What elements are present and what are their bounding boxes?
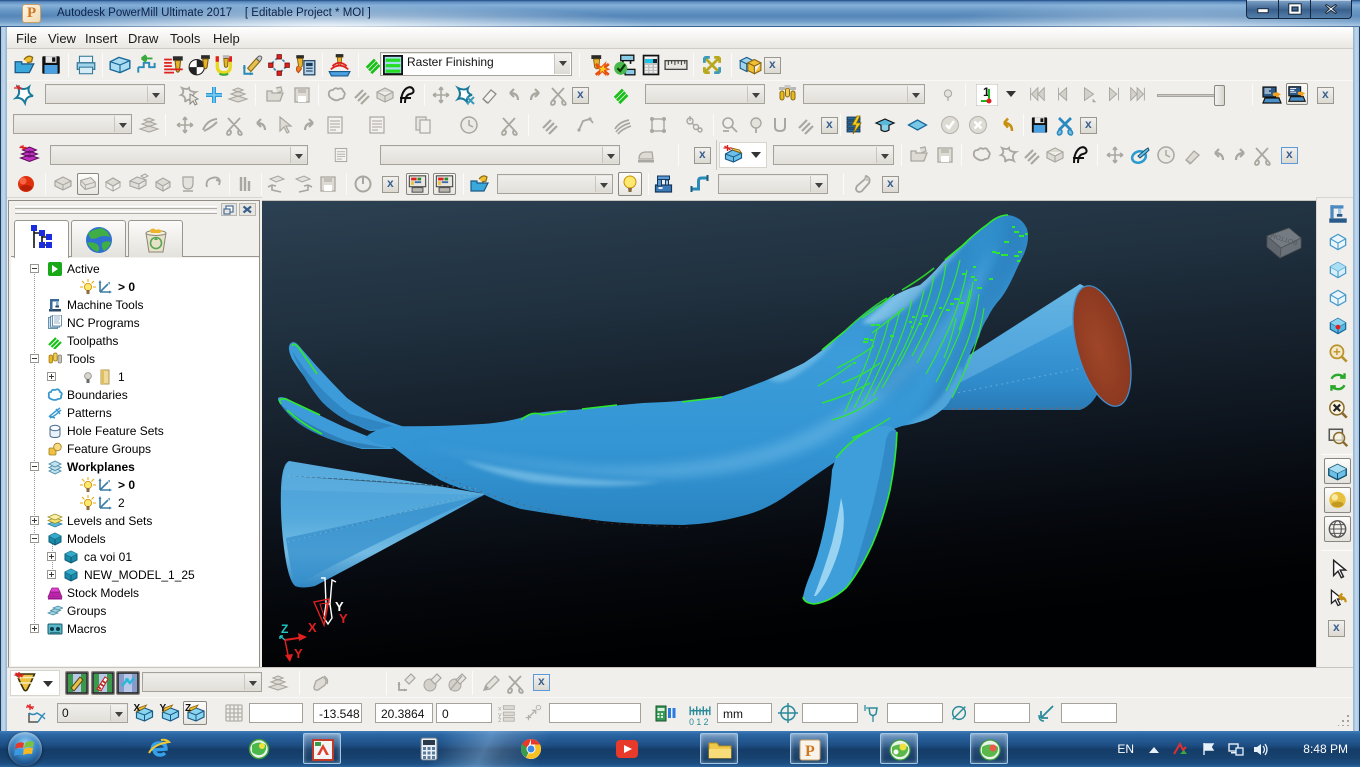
svg-text:z: z	[498, 717, 502, 724]
svg-text:0 1 2: 0 1 2	[689, 717, 709, 726]
svg-text:Y: Y	[160, 703, 167, 714]
svg-text:X: X	[308, 620, 317, 635]
svg-text:Z: Z	[281, 622, 288, 636]
svg-text:X: X	[134, 703, 141, 714]
svg-text:P: P	[805, 743, 815, 760]
svg-text:Y: Y	[339, 611, 348, 626]
svg-text:Z: Z	[185, 703, 191, 714]
svg-text:Y: Y	[294, 646, 303, 661]
